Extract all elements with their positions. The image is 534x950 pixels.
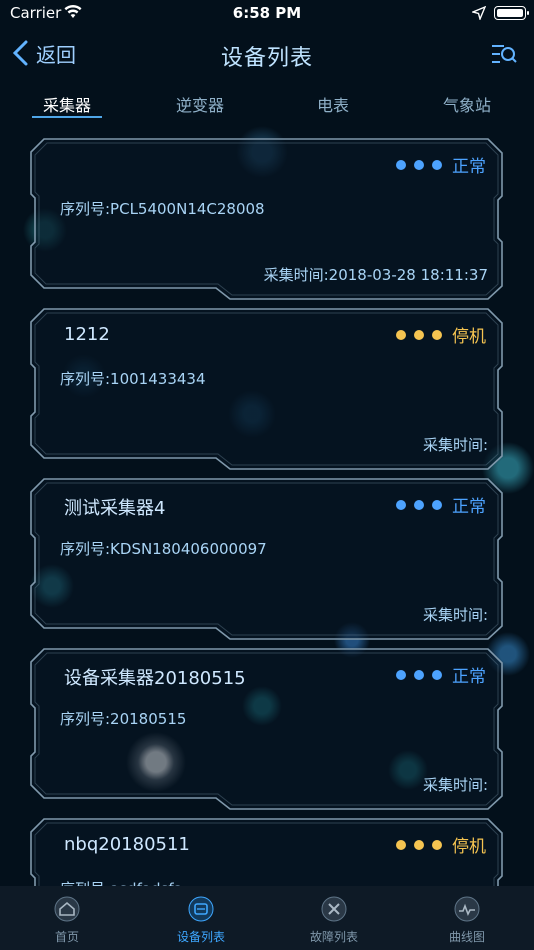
status-dot-icon xyxy=(414,159,424,170)
tabbar-curve-chart[interactable]: 曲线图 xyxy=(400,886,534,950)
status-bar: Carrier 6:58 PM xyxy=(0,0,534,28)
curve-icon xyxy=(454,896,480,922)
status-label: 停机 xyxy=(452,837,486,857)
status-label: 正常 xyxy=(452,667,486,687)
device-card[interactable]: 正常序列号:PCL5400N14C28008 采集时间:2018-03-28 18… xyxy=(30,138,504,300)
tab-meter[interactable]: 电表 xyxy=(288,92,378,116)
status-dot-icon xyxy=(432,839,442,850)
fault-icon xyxy=(321,896,347,922)
serial-number: 序列号:KDSN180406000097 xyxy=(60,540,267,558)
tabbar-home-label: 首页 xyxy=(54,930,79,944)
device-name: 1212 xyxy=(64,324,110,345)
active-tab-indicator xyxy=(32,116,102,118)
status-label: 正常 xyxy=(452,157,486,177)
serial-number: 序列号:20180515 xyxy=(60,710,187,728)
status-dot-icon xyxy=(414,499,424,510)
device-name: 设备采集器20180515 xyxy=(64,668,246,689)
tab-inverter[interactable]: 逆变器 xyxy=(155,92,245,116)
device-card[interactable]: 1212 停机序列号:1001433434 采集时间: xyxy=(30,308,504,470)
status-badge: 正常 xyxy=(396,152,486,177)
status-dot-icon xyxy=(396,669,406,680)
status-badge: 停机 xyxy=(396,322,486,347)
status-dot-icon xyxy=(432,499,442,510)
collect-time: 采集时间: xyxy=(422,776,488,794)
home-icon xyxy=(54,896,80,922)
device-card[interactable]: 设备采集器20180515 正常序列号:20180515 采集时间: xyxy=(30,648,504,810)
status-dot-icon xyxy=(432,669,442,680)
status-dot-icon xyxy=(432,329,442,340)
tab-collector[interactable]: 采集器 xyxy=(22,92,112,116)
tabbar-curve-chart-label: 曲线图 xyxy=(448,930,485,944)
filter-search-icon[interactable] xyxy=(490,42,518,68)
device-list: 正常 序列号:PCL5400N14C28008 采集时间:2018-03-28 18… xyxy=(0,124,534,886)
status-dot-icon xyxy=(414,669,424,680)
status-badge: 停机 xyxy=(396,832,486,857)
status-dot-icon xyxy=(414,329,424,340)
status-dot-icon xyxy=(396,329,406,340)
device-name: 测试采集器4 xyxy=(64,498,166,519)
serial-number: 序列号:1001433434 xyxy=(60,370,206,388)
tabbar-home[interactable]: 首页 xyxy=(0,886,134,950)
status-badge: 正常 xyxy=(396,662,486,687)
serial-number: 序列号:PCL5400N14C28008 xyxy=(60,200,265,218)
collect-time: 采集时间: xyxy=(422,436,488,454)
status-dot-icon xyxy=(414,839,424,850)
tabbar-device-list-label: 设备列表 xyxy=(176,930,225,944)
collect-time: 采集时间: xyxy=(422,606,488,624)
location-arrow-icon xyxy=(472,6,486,20)
status-dot-icon xyxy=(432,159,442,170)
device-card[interactable]: 测试采集器4 正常序列号:KDSN180406000097 采集时间: xyxy=(30,478,504,640)
tab-weather-station[interactable]: 气象站 xyxy=(422,92,512,116)
device-list-icon xyxy=(188,896,214,922)
page-title: 设备列表 xyxy=(220,46,313,71)
tabbar-fault-list[interactable]: 故障列表 xyxy=(267,886,401,950)
status-dot-icon xyxy=(396,839,406,850)
status-label: 正常 xyxy=(452,497,486,517)
status-dot-icon xyxy=(396,159,406,170)
navigation-bar: 返回 设备列表 xyxy=(0,28,534,80)
device-card[interactable]: nbq20180511 停机序列号:asdfadsfa xyxy=(30,818,504,886)
status-label: 停机 xyxy=(452,327,486,347)
battery-icon xyxy=(494,6,529,20)
serial-number: 序列号:asdfadsfa xyxy=(60,878,183,886)
status-time: 6:58 PM xyxy=(232,4,302,22)
device-name: nbq20180511 xyxy=(64,834,190,855)
tab-bar: 首页 设备列表 故障列表 曲线图 xyxy=(0,886,534,950)
status-dot-icon xyxy=(396,499,406,510)
status-badge: 正常 xyxy=(396,492,486,517)
tabbar-device-list[interactable]: 设备列表 xyxy=(134,886,268,950)
tabbar-fault-list-label: 故障列表 xyxy=(309,930,358,944)
collect-time: 采集时间:2018-03-28 18:11:37 xyxy=(263,266,488,284)
